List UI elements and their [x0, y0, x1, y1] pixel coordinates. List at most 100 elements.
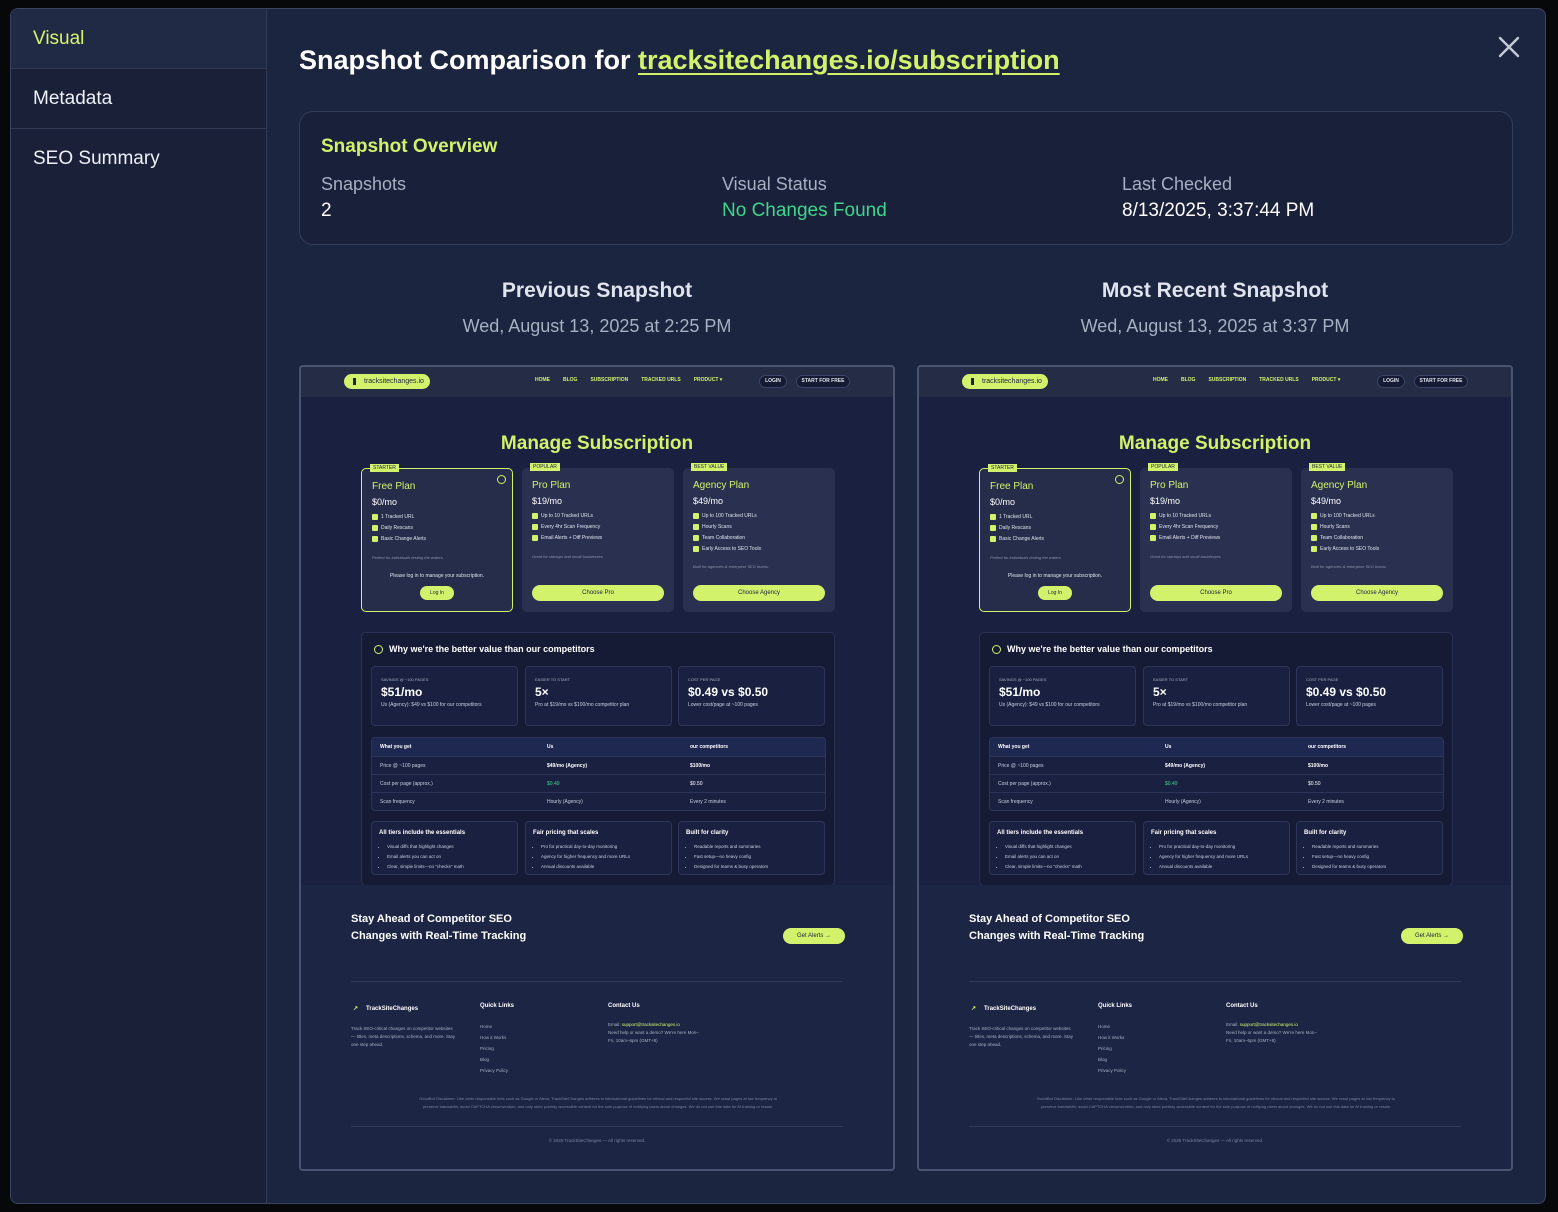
feature-box-title: All tiers include the essentials — [379, 830, 466, 836]
stat-value: 5× — [535, 685, 549, 699]
snapshot-date: Wed, August 13, 2025 at 3:37 PM — [1080, 316, 1350, 336]
stat-key: EASIER TO START — [535, 677, 571, 682]
sidebar-item-seo-summary[interactable]: SEO Summary — [11, 129, 266, 189]
plan-price: $19/mo — [1150, 496, 1181, 506]
contact-info: Email: support@tracksitechanges.io Need … — [1226, 1022, 1317, 1043]
snapshots-value: 2 — [321, 200, 332, 221]
selected-check-icon — [497, 475, 506, 484]
plan-feature: Email Alerts + Diff Previews — [532, 535, 602, 541]
feature-box-title: Fair pricing that scales — [533, 830, 599, 836]
plan-badge: BEST VALUE — [691, 463, 728, 471]
feature-box: Built for clarity Readable reports and s… — [678, 821, 825, 875]
plan-login-note: Please log in to manage your subscriptio… — [389, 573, 485, 579]
mini-nav-link: SUBSCRIPTION — [590, 377, 629, 383]
sidebar-item-metadata[interactable]: Metadata — [11, 69, 266, 129]
feature-box-title: Built for clarity — [686, 830, 729, 836]
mini-logo: tracksitechanges.io — [344, 374, 430, 389]
last-checked-stat: Last Checked 8/13/2025, 3:37:44 PM — [1122, 174, 1314, 222]
plan-badge: STARTER — [988, 464, 1017, 472]
sidebar-item-visual[interactable]: Visual — [11, 9, 266, 69]
snapshots-label: Snapshots — [321, 174, 407, 194]
close-icon[interactable] — [1497, 35, 1521, 59]
mini-nav-link: TRACKED URLS — [1259, 377, 1299, 383]
mini-login-plan-button: Log In — [420, 586, 454, 600]
mini-plan-card: BEST VALUE Agency Plan $49/mo Up to 100 … — [1301, 463, 1453, 612]
mini-nav-link: BLOG — [563, 377, 578, 383]
previous-snapshot-image[interactable]: tracksitechanges.io HOME BLOG SUBSCRIPTI… — [299, 365, 895, 1171]
stat-key: SAVINGS @ ~100 PAGES — [381, 677, 429, 682]
checkbox-icon — [693, 513, 699, 519]
plan-feature: 1 Tracked URL — [372, 514, 414, 520]
visual-status-value: No Changes Found — [722, 200, 887, 221]
mini-choose-pro-button: Choose Pro — [532, 585, 664, 601]
plan-feature: Up to 10 Tracked URLs — [532, 513, 593, 519]
mini-nav-link: HOME — [1153, 377, 1168, 383]
mini-plan-card: STARTER Free Plan $0/mo 1 Tracked URL Da… — [979, 464, 1131, 612]
checkbox-icon — [372, 525, 378, 531]
mini-login-plan-button: Log In — [1038, 586, 1072, 600]
checkbox-icon — [1150, 524, 1156, 530]
snapshot-modal: Visual Metadata SEO Summary Snapshot Com… — [10, 8, 1546, 1204]
quick-links-title: Quick Links — [1098, 1003, 1133, 1009]
table-row: Price @ ~100 pages $49/mo (Agency) $100/mo — [990, 757, 1443, 775]
value-title: Why we're the better value than our comp… — [374, 644, 595, 654]
footer-disclaimer: GoodBot Disclaimer: Like other responsib… — [419, 1096, 777, 1109]
feature-box: All tiers include the essentials Visual … — [371, 821, 518, 875]
plan-feature: Up to 10 Tracked URLs — [1150, 513, 1211, 519]
plan-name: Pro Plan — [1150, 480, 1189, 491]
mini-nav-link: PRODUCT ▾ — [1311, 377, 1341, 383]
plan-feature: Daily Rescans — [372, 525, 413, 531]
footer-desc: Track SEO-critical changes on competitor… — [969, 1026, 1074, 1047]
plan-feature: 1 Tracked URL — [990, 514, 1032, 520]
divider — [351, 981, 843, 982]
checkbox-icon — [693, 524, 699, 530]
mini-plan-card: POPULAR Pro Plan $19/mo Up to 10 Tracked… — [522, 463, 674, 612]
comparison-table: What you get Us our competitors Price @ ~1… — [371, 737, 826, 811]
checkbox-icon — [1150, 513, 1156, 519]
plan-name: Agency Plan — [1311, 480, 1368, 491]
plan-feature: Daily Rescans — [990, 525, 1031, 531]
mini-nav-link: BLOG — [1181, 377, 1196, 383]
recent-snapshot-header: Most Recent Snapshot Wed, August 13, 202… — [917, 279, 1513, 337]
stat-card: EASIER TO START 5× Pro at $19/mo vs $100… — [525, 666, 672, 726]
mini-plan-card: STARTER Free Plan $0/mo 1 Tracked URL Da… — [361, 464, 513, 612]
table-header: What you get Us our competitors — [990, 738, 1443, 757]
table-row: Scan frequency Hourly (Agency) Every 2 min… — [998, 799, 1344, 805]
plan-price: $49/mo — [1311, 496, 1342, 506]
table-row: Cost per page (approx.) $0.49 $0.50 — [990, 775, 1443, 793]
checkbox-icon — [1311, 546, 1317, 552]
feature-box-title: Fair pricing that scales — [1151, 830, 1217, 836]
plan-name: Agency Plan — [693, 480, 750, 491]
comparison-table: What you get Us our competitors Price @ ~1… — [989, 737, 1444, 811]
plan-note: Great for startups and small businesses. — [1150, 554, 1222, 559]
mini-nav: tracksitechanges.io HOME BLOG SUBSCRIPTI… — [919, 367, 1511, 397]
plan-feature: Hourly Scans — [1311, 524, 1350, 530]
checkbox-icon — [990, 525, 996, 531]
mini-value-section: Why we're the better value than our comp… — [979, 632, 1453, 886]
plan-price: $19/mo — [532, 496, 563, 506]
plan-price: $49/mo — [693, 496, 724, 506]
stat-key: SAVINGS @ ~100 PAGES — [999, 677, 1047, 682]
url-link[interactable]: tracksitechanges.io/subscription — [638, 45, 1060, 75]
footer-brand: TrackSiteChanges — [353, 1005, 418, 1012]
mini-hero-title: Manage Subscription — [500, 433, 694, 454]
plan-name: Free Plan — [372, 481, 416, 492]
mini-plan-card: BEST VALUE Agency Plan $49/mo Up to 100 … — [683, 463, 835, 612]
plan-note: Perfect for individuals testing the wate… — [990, 555, 1062, 560]
checkbox-icon — [372, 514, 378, 520]
checkbox-icon — [990, 536, 996, 542]
mini-choose-agency-button: Choose Agency — [1311, 585, 1443, 601]
stat-value: $0.49 vs $0.50 — [1306, 685, 1387, 699]
footer-desc: Track SEO-critical changes on competitor… — [351, 1026, 456, 1047]
overview-title: Snapshot Overview — [321, 136, 498, 157]
table-header: What you get Us our competitors — [372, 738, 825, 757]
stat-value: $51/mo — [381, 685, 423, 699]
quick-links: Home How it Works Pricing Blog Privacy Polic… — [480, 1024, 509, 1073]
divider — [969, 981, 1461, 982]
mini-nav: tracksitechanges.io HOME BLOG SUBSCRIPTI… — [301, 367, 893, 397]
recent-snapshot-image[interactable]: tracksitechanges.io HOME BLOG SUBSCRIPTI… — [917, 365, 1513, 1171]
plan-note: Built for agencies & enterprise SEO team… — [1311, 564, 1388, 569]
mini-nav-link: TRACKED URLS — [641, 377, 681, 383]
footer-brand: TrackSiteChanges — [971, 1005, 1036, 1012]
contact-info: Email: support@tracksitechanges.io Need … — [608, 1022, 699, 1043]
